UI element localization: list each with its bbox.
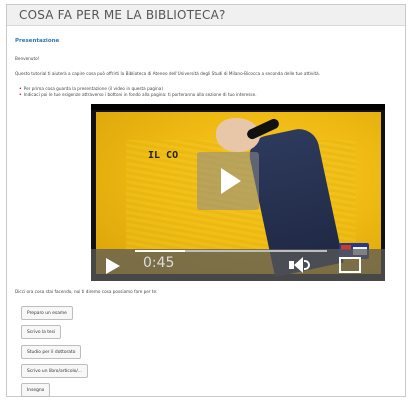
- bullet-icon: •: [19, 86, 22, 91]
- video-overlay-text: IL CO: [148, 150, 179, 161]
- progress-bar[interactable]: [135, 250, 327, 252]
- video-top-band: [91, 104, 385, 110]
- button-insegno[interactable]: Insegno: [21, 383, 51, 397]
- title-bar: COSA FA PER ME LA BIBLIOTECA?: [7, 5, 405, 26]
- progress-fill: [135, 250, 185, 252]
- bullet-item: • Indicaci poi le tue esigenze attraverso…: [19, 92, 257, 97]
- intro-text: Questo tutorial ti aiuterà a capire cosa…: [15, 71, 321, 76]
- current-time: 0:45: [143, 255, 175, 271]
- video-player[interactable]: IL CO 0:45: [91, 104, 385, 281]
- bullet-text: Per prima cosa guarda la presentazione (…: [23, 86, 163, 91]
- page-title: COSA FA PER ME LA BIBLIOTECA?: [19, 8, 226, 22]
- bullet-icon: •: [19, 92, 22, 97]
- prompt-text: Dicci ora cosa stai facendo, noi ti dire…: [15, 289, 158, 294]
- big-play-button[interactable]: [197, 152, 259, 210]
- button-scrivo-tesi[interactable]: Scrivo la tesi: [21, 325, 62, 339]
- button-studio-dottorato[interactable]: Studio per il dottorato: [21, 345, 82, 359]
- play-icon[interactable]: [101, 256, 123, 276]
- fullscreen-icon[interactable]: [339, 257, 361, 273]
- bullet-item: • Per prima cosa guarda la presentazione …: [19, 86, 163, 91]
- greeting-text: Benvenuto!: [15, 56, 40, 61]
- bullet-text: Indicaci poi le tue esigenze attraverso …: [23, 92, 257, 97]
- section-title: Presentazione: [15, 38, 60, 44]
- volume-icon[interactable]: [287, 255, 310, 275]
- page-frame: COSA FA PER ME LA BIBLIOTECA? Presentazi…: [6, 4, 406, 397]
- button-scrivo-libro[interactable]: Scrivo un libro/articolo/...: [21, 364, 89, 378]
- video-controls: 0:45: [91, 249, 385, 281]
- button-preparo-esame[interactable]: Preparo un esame: [21, 306, 73, 320]
